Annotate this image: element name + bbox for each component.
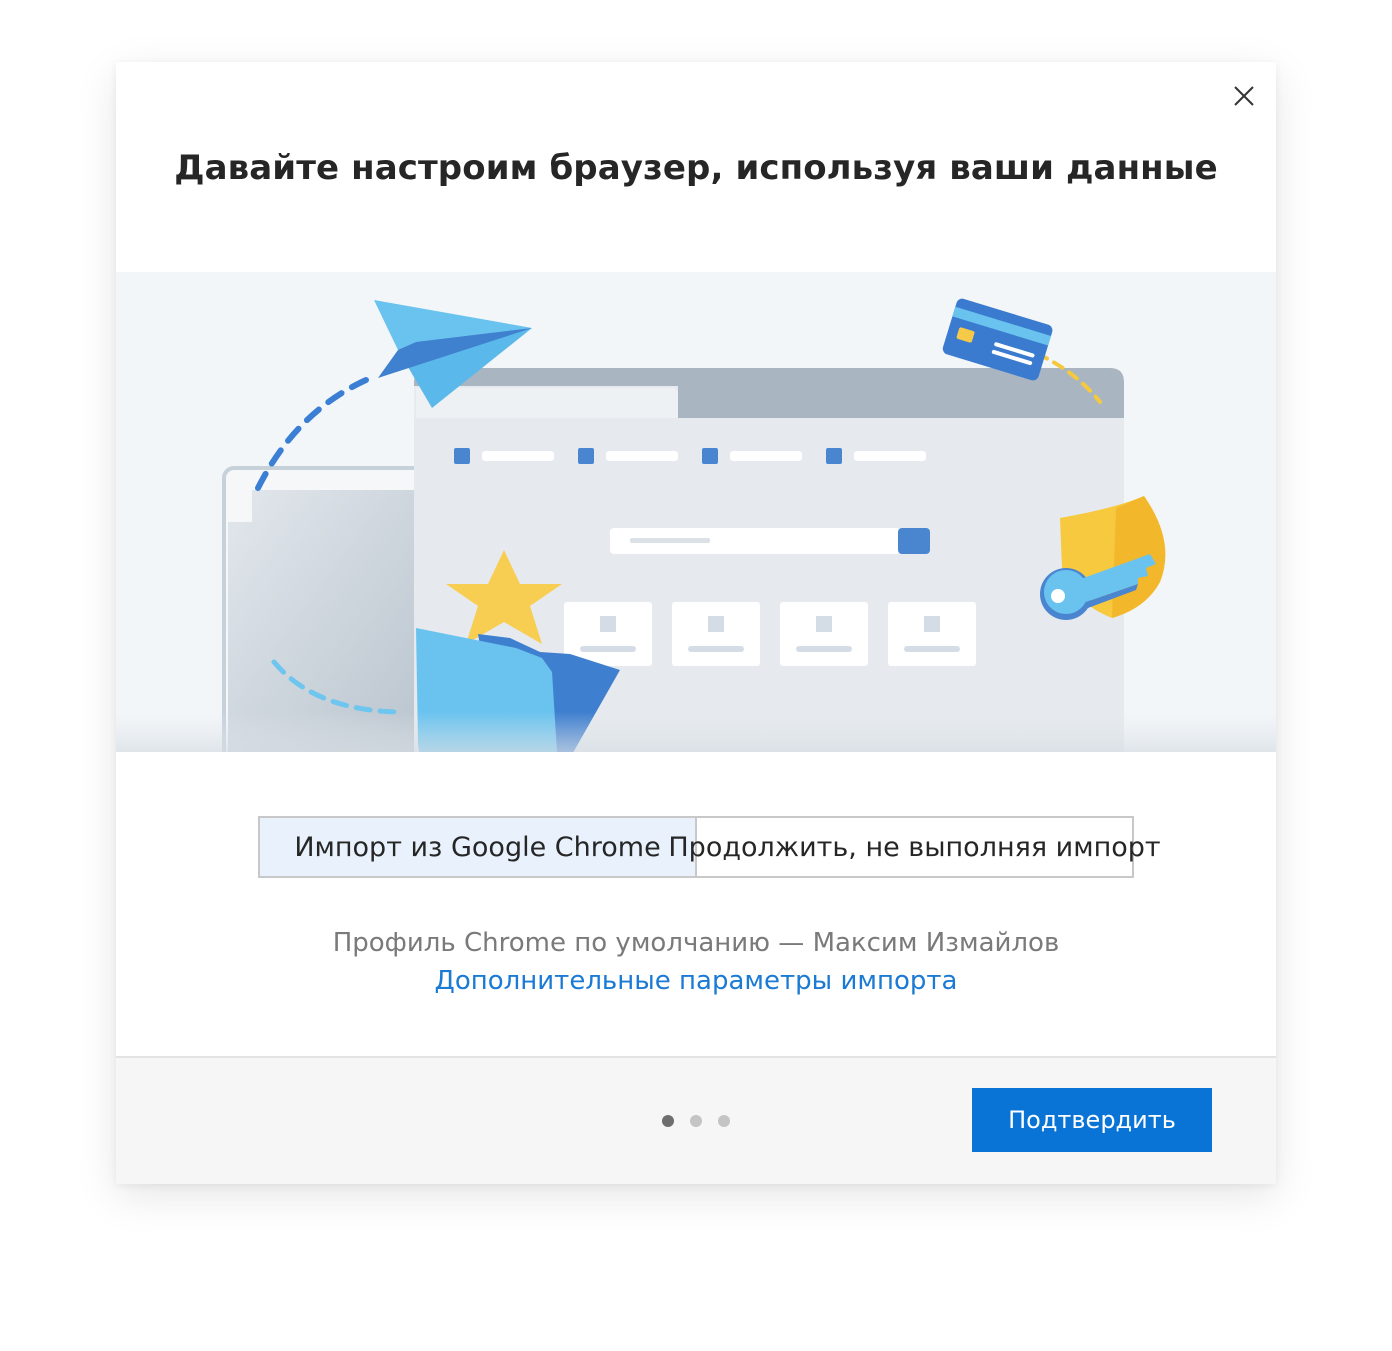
more-import-options-link[interactable]: Дополнительные параметры импорта: [116, 966, 1276, 996]
dialog-footer: Подтвердить: [116, 1056, 1276, 1184]
back-window-illustration: [222, 466, 436, 752]
import-choice-group: Импорт из Google Chrome Продолжить, не в…: [258, 816, 1161, 878]
page-dot-1: [662, 1115, 674, 1127]
welcome-dialog: Давайте настроим браузер, используя ваши…: [116, 62, 1276, 1184]
confirm-button[interactable]: Подтвердить: [972, 1088, 1212, 1152]
profile-text: Профиль Chrome по умолчанию — Максим Изм…: [332, 928, 1060, 958]
page-indicator: [662, 1115, 730, 1127]
hero-illustration: [116, 272, 1276, 752]
import-from-chrome-button[interactable]: Импорт из Google Chrome: [260, 818, 697, 876]
page-dot-3: [718, 1115, 730, 1127]
close-icon[interactable]: [1232, 84, 1256, 108]
continue-without-import-button[interactable]: Продолжить, не выполняя импорт: [668, 818, 1161, 876]
dialog-title: Давайте настроим браузер, используя ваши…: [174, 148, 1218, 188]
close-button[interactable]: [1232, 84, 1256, 108]
page-dot-2: [690, 1115, 702, 1127]
